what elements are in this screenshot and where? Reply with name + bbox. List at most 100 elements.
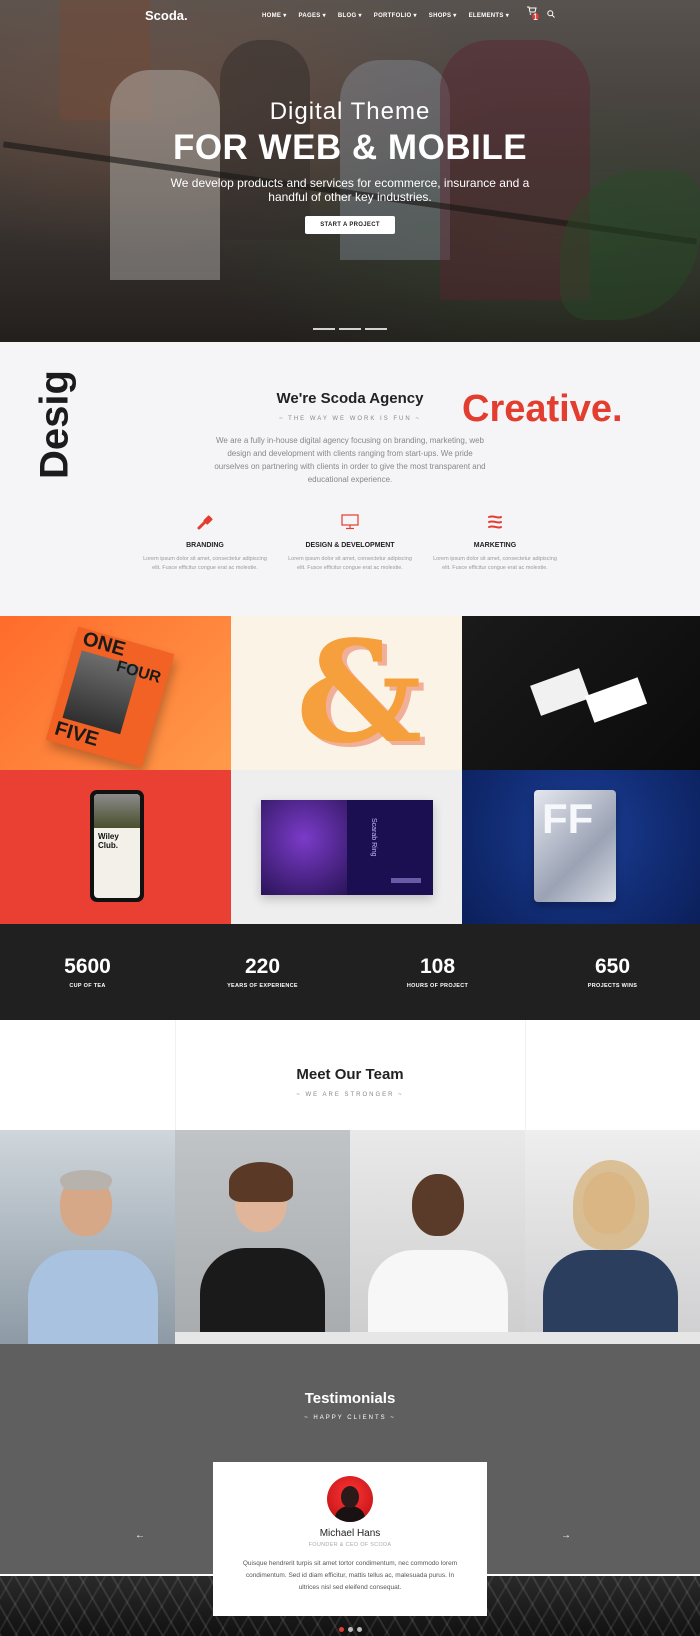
- stat-label: PROJECTS WINS: [587, 983, 638, 989]
- services-list: BRANDING Lorem ipsum dolor sit amet, con…: [140, 510, 560, 573]
- avatar: [327, 1476, 373, 1522]
- menu-item-portfolio[interactable]: PORTFOLIO ▾: [374, 12, 417, 19]
- page: Scoda. HOME ▾ PAGES ▾ BLOG ▾ PORTFOLIO ▾ SHO…: [0, 0, 700, 1636]
- service-text: Lorem ipsum dolor sit amet, consectetur …: [433, 556, 557, 571]
- testimonial-role: FOUNDER & CEO OF SCODA: [308, 1542, 392, 1548]
- chevron-down-icon: ▾: [283, 12, 287, 19]
- service-text: Lorem ipsum dolor sit amet, consectetur …: [143, 556, 267, 571]
- chevron-down-icon: ▾: [358, 12, 362, 19]
- portfolio-item-ampersand[interactable]: & &: [231, 616, 462, 770]
- search-icon[interactable]: [547, 10, 555, 20]
- stat-label: YEARS OF EXPERIENCE: [227, 983, 298, 989]
- arrow-left-icon[interactable]: ←: [135, 1530, 145, 1541]
- portfolio-item-book[interactable]: Scarab Ring: [231, 770, 462, 924]
- chevron-down-icon: ▾: [505, 12, 509, 19]
- book-mockup: Scarab Ring: [261, 800, 433, 895]
- ampersand-graphic: &: [296, 616, 423, 770]
- agency-section: Desig Creative. We're Scoda Agency ~ THE…: [0, 342, 700, 616]
- agency-tagline: ~ THE WAY WE WORK IS FUN ~: [279, 416, 421, 422]
- business-card: [584, 677, 648, 723]
- testimonial-quote: Quisque hendrerit turpis sit amet tortor…: [242, 1560, 458, 1591]
- team-member-photo[interactable]: [350, 1130, 525, 1344]
- arrow-right-icon[interactable]: →: [561, 1530, 571, 1541]
- service-title: MARKETING: [473, 542, 517, 549]
- team-title: Meet Our Team: [296, 1066, 404, 1083]
- hero-subtitle: Digital Theme: [269, 98, 431, 125]
- slider-dot[interactable]: [356, 1627, 362, 1632]
- megaphone-icon: [430, 510, 560, 534]
- slider-dot[interactable]: [338, 1627, 344, 1632]
- portfolio-item-poster[interactable]: ONE FOUR FIVE: [0, 616, 231, 770]
- portfolio-grid: ONE FOUR FIVE & & Wiley Club. Scarab Rin…: [0, 616, 700, 924]
- menu-item-pages[interactable]: PAGES ▾: [299, 12, 326, 19]
- business-card: [530, 668, 590, 716]
- stat-item: 5600 CUP OF TEA: [0, 955, 175, 989]
- phone-screen-text: Wiley Club.: [98, 832, 119, 850]
- service-text: Lorem ipsum dolor sit amet, consectetur …: [288, 556, 412, 571]
- portfolio-item-bag[interactable]: FF: [462, 770, 700, 924]
- start-project-button[interactable]: START A PROJECT: [305, 216, 395, 234]
- bag-lettering: FF: [542, 795, 594, 842]
- logo[interactable]: Scoda.: [145, 8, 188, 23]
- testimonials-section: Testimonials ~ HAPPY CLIENTS ~ ← → Micha…: [0, 1344, 700, 1616]
- stat-label: CUP OF TEA: [69, 983, 106, 989]
- slider-dot[interactable]: [365, 328, 387, 330]
- phone-mockup: Wiley Club.: [90, 790, 144, 902]
- chevron-down-icon: ▾: [453, 12, 457, 19]
- hero-slider-dots: [0, 328, 700, 330]
- service-title: BRANDING: [186, 542, 224, 549]
- testimonial-card: Michael Hans FOUNDER & CEO OF SCODA Quis…: [213, 1462, 487, 1616]
- team-tagline: ~ WE ARE STRONGER ~: [296, 1092, 404, 1098]
- service-title: DESIGN & DEVELOPMENT: [305, 542, 395, 549]
- team-member-photo[interactable]: [0, 1130, 175, 1344]
- stat-number: 220: [244, 955, 281, 978]
- stat-item: 650 PROJECTS WINS: [525, 955, 700, 989]
- hero-title: FOR WEB & MOBILE: [172, 128, 528, 167]
- menu-item-blog[interactable]: BLOG ▾: [338, 12, 362, 19]
- hero-description: We develop products and services for eco…: [170, 176, 530, 204]
- team-header: Meet Our Team ~ WE ARE STRONGER ~: [0, 1020, 700, 1130]
- hero-section: Scoda. HOME ▾ PAGES ▾ BLOG ▾ PORTFOLIO ▾ SHO…: [0, 0, 700, 342]
- testimonials-tagline: ~ HAPPY CLIENTS ~: [304, 1415, 396, 1421]
- testimonial-name: Michael Hans: [319, 1528, 381, 1539]
- service-marketing: MARKETING Lorem ipsum dolor sit amet, co…: [430, 510, 560, 573]
- book-title: Scarab Ring: [370, 818, 377, 857]
- portfolio-item-business-cards[interactable]: [462, 616, 700, 770]
- monitor-icon: [285, 510, 415, 534]
- stat-number: 108: [419, 955, 456, 978]
- stat-number: 5600: [64, 955, 111, 978]
- stat-item: 220 YEARS OF EXPERIENCE: [175, 955, 350, 989]
- vertical-word: Desig: [32, 370, 77, 479]
- stat-number: 650: [594, 955, 631, 978]
- stats-section: 5600 CUP OF TEA 220 YEARS OF EXPERIENCE …: [0, 924, 700, 1020]
- chevron-down-icon: ▾: [322, 12, 326, 19]
- testimonials-title: Testimonials: [304, 1390, 396, 1407]
- slider-dot[interactable]: [313, 328, 335, 330]
- stat-item: 108 HOURS OF PROJECT: [350, 955, 525, 989]
- service-branding: BRANDING Lorem ipsum dolor sit amet, con…: [140, 510, 270, 573]
- agency-title: We're Scoda Agency: [276, 390, 424, 407]
- slider-dot[interactable]: [347, 1627, 353, 1632]
- hero-content: Digital Theme FOR WEB & MOBILE We develo…: [0, 98, 700, 234]
- agency-description: We are a fully in-house digital agency f…: [214, 436, 486, 484]
- portfolio-item-phone[interactable]: Wiley Club.: [0, 770, 231, 924]
- team-member-photo[interactable]: [525, 1130, 700, 1344]
- testimonial-slider-dots: [0, 1627, 700, 1632]
- poster-image: ONE FOUR FIVE: [45, 626, 175, 768]
- foil-bag-mockup: FF: [534, 790, 616, 902]
- menu-item-shops[interactable]: SHOPS ▾: [429, 12, 457, 19]
- main-menu: HOME ▾ PAGES ▾ BLOG ▾ PORTFOLIO ▾ SHOPS ▾ ELE…: [262, 12, 509, 19]
- slider-dot[interactable]: [339, 328, 361, 330]
- brush-icon: [140, 510, 270, 534]
- cart-count-badge: 1: [532, 11, 539, 22]
- cart-icon[interactable]: 1: [527, 6, 539, 24]
- chevron-down-icon: ▾: [413, 12, 417, 19]
- stat-label: HOURS OF PROJECT: [406, 983, 469, 989]
- service-design-development: DESIGN & DEVELOPMENT Lorem ipsum dolor s…: [285, 510, 415, 573]
- menu-item-elements[interactable]: ELEMENTS ▾: [469, 12, 509, 19]
- team-member-photo[interactable]: [175, 1130, 350, 1344]
- menu-item-home[interactable]: HOME ▾: [262, 12, 287, 19]
- team-grid: [0, 1130, 700, 1344]
- nav-icons: 1: [527, 6, 555, 24]
- main-navbar: Scoda. HOME ▾ PAGES ▾ BLOG ▾ PORTFOLIO ▾ SHO…: [0, 0, 700, 30]
